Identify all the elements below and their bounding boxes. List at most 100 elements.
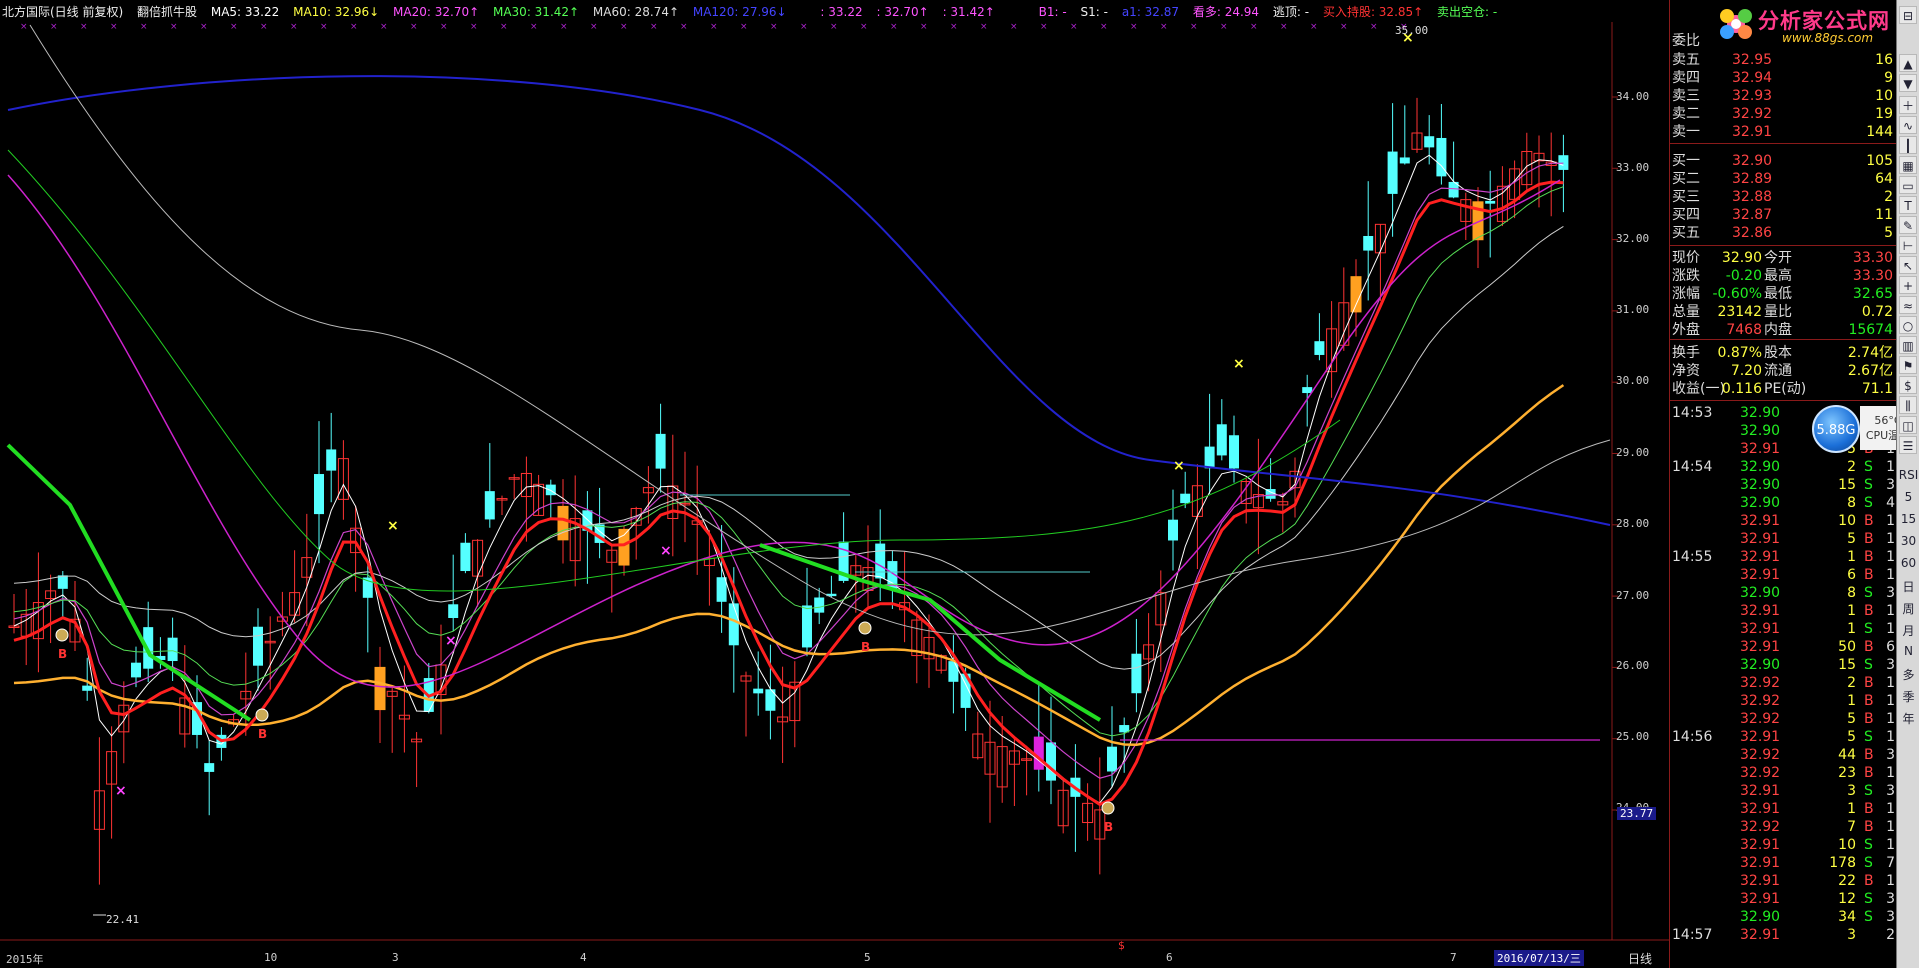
layers-icon[interactable]: ◫ (1899, 416, 1917, 434)
tick-volume: 178 (1829, 855, 1856, 871)
ask-row[interactable]: 卖四 32.94 9 (1670, 69, 1896, 87)
kline-chart[interactable]: × × × × × × × × × × × × × × × × × × × × × × × × × × × × × × × × × × × × × × × ×… (0, 0, 1670, 968)
tick-row: 32.90 8 S 3 (1670, 584, 1896, 602)
top-marker: × (860, 22, 868, 32)
scroll-down-icon[interactable]: ▼ (1899, 74, 1917, 92)
cursor-icon[interactable]: ↖ (1899, 256, 1917, 274)
bid-volume: 64 (1875, 171, 1893, 187)
period-label[interactable]: 日线 (1628, 950, 1652, 967)
tick-side: S (1864, 657, 1873, 673)
text-icon[interactable]: T (1899, 196, 1917, 214)
ruler-icon[interactable]: ⊢ (1899, 236, 1917, 254)
bid-row[interactable]: 买一 32.90 105 (1670, 152, 1896, 170)
bid-volume: 11 (1875, 207, 1893, 223)
legend-taoding: 逃顶: - (1272, 5, 1310, 19)
ask-volume: 9 (1884, 70, 1893, 86)
period-button[interactable]: 30 (1897, 534, 1919, 548)
tick-volume: 5 (1847, 711, 1856, 727)
legend-v3: : 31.42↑ (942, 5, 995, 19)
kline-canvas[interactable]: × × × × × × × × × × × × × × × × × × × × × × × × × × × × × × × × × × × × × × × ×… (0, 0, 1670, 968)
sell-signal-icon: × (1173, 458, 1185, 474)
bid-row[interactable]: 买二 32.89 64 (1670, 170, 1896, 188)
tick-price: 32.92 (1740, 819, 1781, 835)
ask-row[interactable]: 卖一 32.91 144 (1670, 123, 1896, 141)
circle-icon[interactable]: ○ (1899, 316, 1917, 334)
tick-price: 32.91 (1740, 531, 1781, 547)
price-tick: 27.00 (1616, 589, 1650, 602)
tick-price: 32.91 (1740, 837, 1781, 853)
tick-price: 32.91 (1740, 441, 1781, 457)
flower-icon (1720, 9, 1752, 39)
tick-count: 1 (1886, 459, 1895, 475)
dollar-icon[interactable]: $ (1899, 376, 1917, 394)
tick-volume: 23 (1838, 765, 1856, 781)
period-button[interactable]: 周 (1897, 600, 1919, 617)
period-button[interactable]: RSI (1897, 468, 1919, 482)
ask-row[interactable]: 卖三 32.93 10 (1670, 87, 1896, 105)
ask-row[interactable]: 卖五 32.95 16 (1670, 51, 1896, 69)
period-button[interactable]: 60 (1897, 556, 1919, 570)
period-button[interactable]: 年 (1897, 710, 1919, 727)
window-icon[interactable]: ▭ (1899, 176, 1917, 194)
top-marker: × (920, 22, 928, 32)
flag-icon[interactable]: ⚑ (1899, 356, 1917, 374)
pen-icon[interactable]: ✎ (1899, 216, 1917, 234)
tick-row: 32.91 6 B 1 (1670, 566, 1896, 584)
dollar-icon: $ (1118, 939, 1125, 952)
period-button[interactable]: 多 (1897, 666, 1919, 683)
tick-side: S (1864, 909, 1873, 925)
candle-icon[interactable]: ┃ (1899, 136, 1917, 154)
tick-count: 3 (1886, 891, 1895, 907)
tick-count: 1 (1886, 621, 1895, 637)
tick-count: 1 (1886, 549, 1895, 565)
plus-icon[interactable]: + (1899, 276, 1917, 294)
tick-row: 32.90 15 S 3 (1670, 656, 1896, 674)
tick-row: 32.92 2 B 1 (1670, 674, 1896, 692)
tick-count: 3 (1886, 783, 1895, 799)
memory-badge[interactable]: 5.88G (1812, 405, 1860, 453)
scroll-up-icon[interactable]: ▲ (1899, 54, 1917, 72)
tick-count: 1 (1886, 819, 1895, 835)
period-button[interactable]: 月 (1897, 622, 1919, 639)
top-marker: × (260, 22, 268, 32)
bid-row[interactable]: 买四 32.87 11 (1670, 206, 1896, 224)
stats-value: 7.20 (1730, 363, 1762, 379)
bid-row[interactable]: 买三 32.88 2 (1670, 188, 1896, 206)
period-button[interactable]: 日 (1897, 578, 1919, 595)
top-marker: × (530, 22, 538, 32)
date-tick: 7 (1450, 951, 1457, 964)
tick-side: B (1864, 711, 1874, 727)
period-button[interactable]: N (1897, 644, 1919, 658)
tick-side: B (1864, 675, 1874, 691)
bid-label: 买五 (1672, 225, 1700, 241)
stack-icon[interactable]: ☰ (1899, 436, 1917, 454)
period-button[interactable]: 15 (1897, 512, 1919, 526)
quote-label: 现价 (1672, 250, 1700, 266)
bid-price: 32.89 (1732, 171, 1773, 187)
tick-volume: 5 (1847, 531, 1856, 547)
indicator-name: 翻倍抓牛股 (137, 5, 198, 19)
signal-x-icon: × (115, 783, 127, 799)
candle-body (716, 577, 727, 602)
tick-count: 3 (1886, 477, 1895, 493)
line-chart-icon[interactable]: ∿ (1899, 116, 1917, 134)
chart-icon[interactable]: ⫼ (1899, 396, 1917, 414)
tick-side: B (1864, 567, 1874, 583)
ask-label: 卖三 (1672, 88, 1700, 104)
top-marker: × (830, 22, 838, 32)
bid-row[interactable]: 买五 32.86 5 (1670, 224, 1896, 242)
zoom-in-icon[interactable]: ＋ (1899, 96, 1917, 114)
period-button[interactable]: 5 (1897, 490, 1919, 504)
ask-volume: 16 (1875, 52, 1893, 68)
tick-row: 32.91 1 B 1 (1670, 800, 1896, 818)
minimize-icon[interactable]: ⊟ (1899, 6, 1917, 24)
bars-icon[interactable]: ▥ (1899, 336, 1917, 354)
quote-value: 23142 (1717, 304, 1762, 320)
tick-side: B (1864, 873, 1874, 889)
ask-row[interactable]: 卖二 32.92 19 (1670, 105, 1896, 123)
tick-price: 32.90 (1740, 909, 1781, 925)
grid-icon[interactable]: ▦ (1899, 156, 1917, 174)
quote-value: 0.72 (1861, 304, 1893, 320)
period-button[interactable]: 季 (1897, 688, 1919, 705)
wave-icon[interactable]: ≈ (1899, 296, 1917, 314)
